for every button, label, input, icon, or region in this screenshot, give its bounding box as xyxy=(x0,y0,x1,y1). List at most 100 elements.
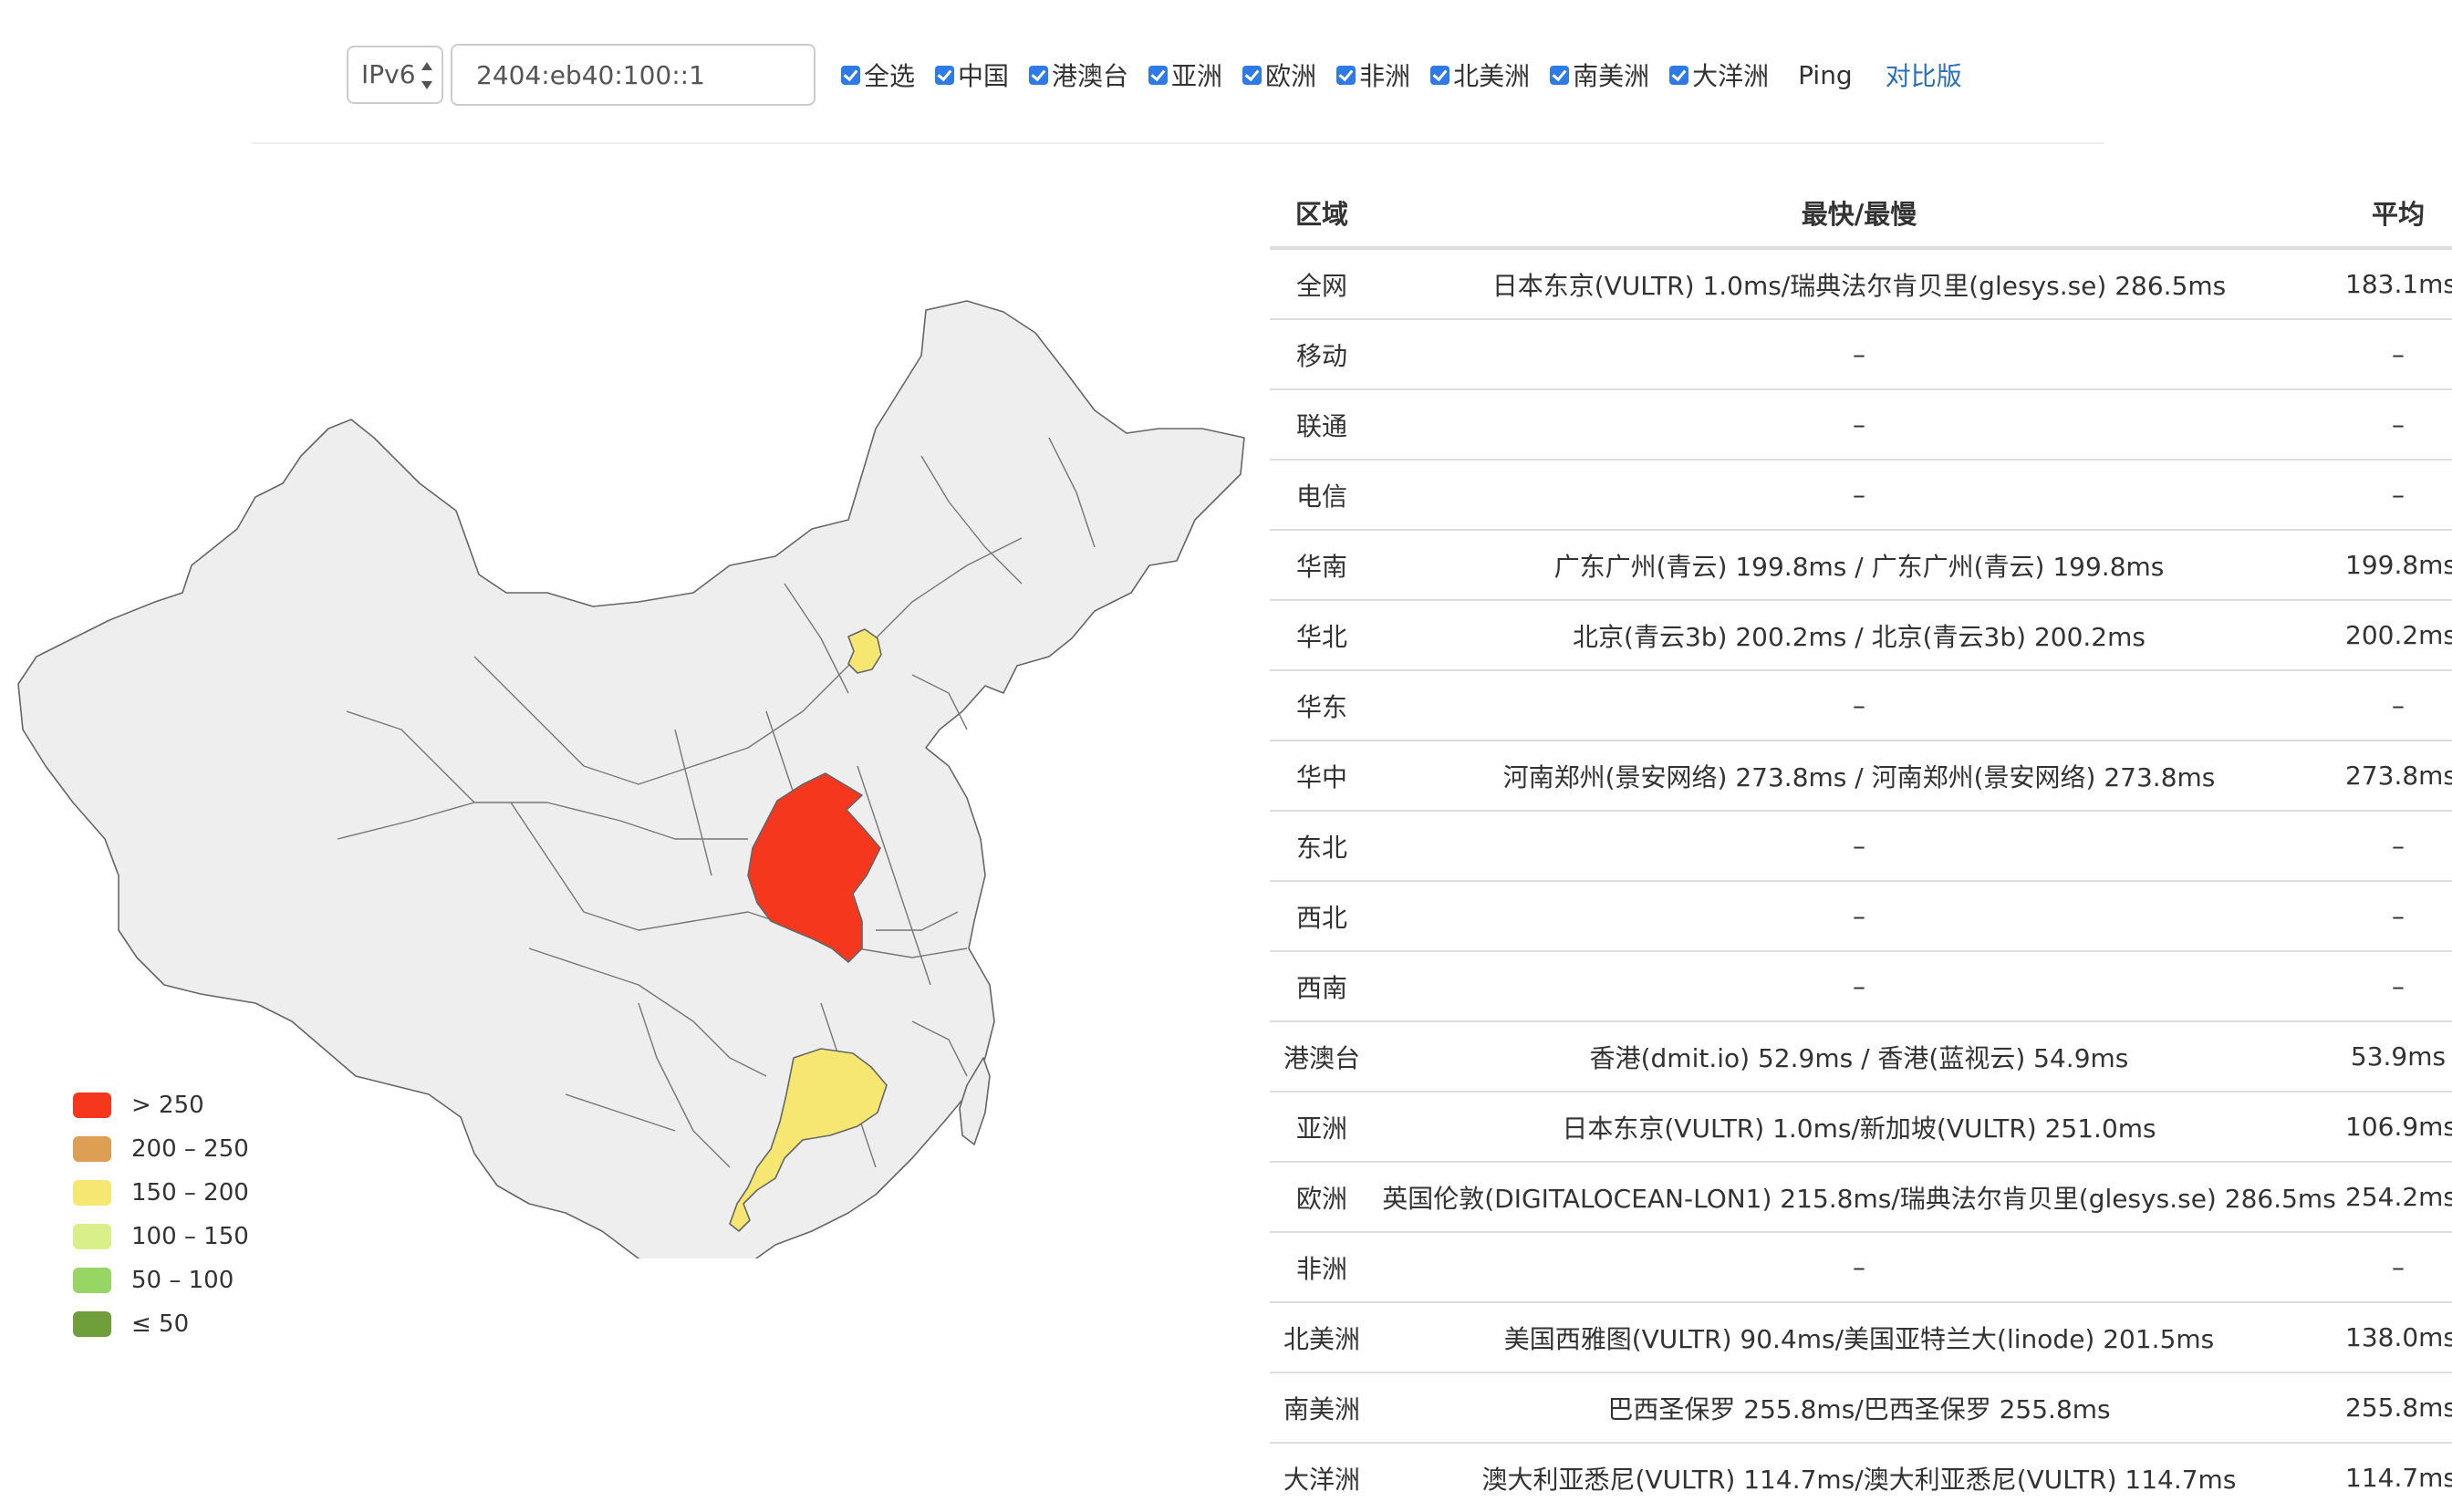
checkbox-africa[interactable]: 非洲 xyxy=(1336,57,1410,93)
checkbox-north-america[interactable]: 北美洲 xyxy=(1430,57,1530,93)
table-row: 全网 日本东京(VULTR) 1.0ms/瑞典法尔肯贝里(glesys.se) 2… xyxy=(1270,247,2452,319)
table-row: 西南 – – xyxy=(1270,950,2452,1021)
checkbox-label: 欧洲 xyxy=(1265,61,1317,91)
cell-region: 华东 xyxy=(1270,669,1374,740)
column-header-average: 平均 xyxy=(2344,179,2452,250)
cell-region: 北美洲 xyxy=(1270,1301,1374,1372)
cell-fastest-slowest: 河南郑州(景安网络) 273.8ms / 河南郑州(景安网络) 273.8ms xyxy=(1374,740,2344,811)
cell-average: – xyxy=(2344,880,2452,951)
cell-region: 电信 xyxy=(1270,459,1374,530)
cell-region: 西北 xyxy=(1270,880,1374,951)
cell-fastest-slowest: – xyxy=(1374,880,2344,951)
table-row: 东北 – – xyxy=(1270,810,2452,881)
cell-fastest-slowest: – xyxy=(1374,1231,2344,1302)
checkbox-icon[interactable] xyxy=(1242,65,1262,85)
checkbox-select-all[interactable]: 全选 xyxy=(841,57,915,93)
cell-fastest-slowest: 巴西圣保罗 255.8ms/巴西圣保罗 255.8ms xyxy=(1374,1372,2344,1443)
checkbox-label: 亚洲 xyxy=(1171,61,1223,91)
legend-swatch xyxy=(73,1311,111,1337)
map-legend: > 250 200 – 250 150 – 200 100 – 150 50 –… xyxy=(73,1083,249,1346)
legend-swatch xyxy=(73,1093,111,1118)
checkbox-icon[interactable] xyxy=(935,65,955,85)
checkbox-icon[interactable] xyxy=(1550,65,1570,85)
table-row: 华中 河南郑州(景安网络) 273.8ms / 河南郑州(景安网络) 273.8m… xyxy=(1270,740,2452,811)
cell-region: 移动 xyxy=(1270,318,1374,389)
legend-label: ≤ 50 xyxy=(131,1310,190,1338)
cell-region: 欧洲 xyxy=(1270,1161,1374,1232)
results-table: 区域 最快/最慢 平均 全网 日本东京(VULTR) 1.0ms/瑞典法尔肯贝里(… xyxy=(1270,179,2452,1512)
cell-average: – xyxy=(2344,459,2452,530)
cell-region: 亚洲 xyxy=(1270,1091,1374,1162)
ip-address-input[interactable] xyxy=(451,44,816,106)
legend-item: > 250 xyxy=(73,1083,249,1127)
checkbox-asia[interactable]: 亚洲 xyxy=(1148,57,1222,93)
region-filters: 全选 中国 港澳台 亚洲 欧洲 非洲 北美洲 南美洲 大洋洲 Ping 对比版 xyxy=(841,55,1962,95)
ip-version-select[interactable]: IPv6 xyxy=(347,46,443,104)
legend-item: 200 – 250 xyxy=(73,1127,249,1171)
cell-average: 200.2ms xyxy=(2344,599,2452,670)
table-row: 移动 – – xyxy=(1270,318,2452,389)
cell-region: 华中 xyxy=(1270,740,1374,811)
cell-region: 西南 xyxy=(1270,950,1374,1021)
checkbox-icon[interactable] xyxy=(1430,65,1450,85)
checkbox-icon[interactable] xyxy=(1336,65,1356,85)
checkbox-icon[interactable] xyxy=(1148,65,1169,85)
table-row: 联通 – – xyxy=(1270,388,2452,460)
cell-region: 非洲 xyxy=(1270,1231,1374,1302)
cell-fastest-slowest: 日本东京(VULTR) 1.0ms/瑞典法尔肯贝里(glesys.se) 286… xyxy=(1374,247,2344,319)
cell-average: – xyxy=(2344,318,2452,389)
checkbox-icon[interactable] xyxy=(841,65,860,85)
column-header-fastest-slowest: 最快/最慢 xyxy=(1374,179,2344,250)
table-row: 华南 广东广州(青云) 199.8ms / 广东广州(青云) 199.8ms 199… xyxy=(1270,529,2452,600)
cell-fastest-slowest: 日本东京(VULTR) 1.0ms/新加坡(VULTR) 251.0ms xyxy=(1374,1091,2344,1162)
checkbox-label: 非洲 xyxy=(1359,61,1411,91)
legend-label: 50 – 100 xyxy=(131,1267,234,1294)
toolbar: IPv6 全选 中国 港澳台 亚洲 欧洲 非洲 北美洲 南美洲 大洋洲 Ping… xyxy=(0,0,2452,146)
cell-fastest-slowest: 英国伦敦(DIGITALOCEAN-LON1) 215.8ms/瑞典法尔肯贝里(… xyxy=(1374,1161,2344,1232)
cell-average: 53.9ms xyxy=(2344,1020,2452,1092)
cell-average: – xyxy=(2344,810,2452,881)
cell-average: 255.8ms xyxy=(2344,1372,2452,1443)
legend-swatch xyxy=(73,1136,111,1162)
table-row: 华北 北京(青云3b) 200.2ms / 北京(青云3b) 200.2ms 200… xyxy=(1270,599,2452,670)
legend-label: 150 – 200 xyxy=(131,1179,249,1206)
cell-average: 199.8ms xyxy=(2344,529,2452,600)
table-row: 欧洲 英国伦敦(DIGITALOCEAN-LON1) 215.8ms/瑞典法尔肯贝… xyxy=(1270,1161,2452,1232)
checkbox-label: 大洋洲 xyxy=(1692,61,1770,91)
legend-swatch xyxy=(73,1180,111,1206)
cell-average: – xyxy=(2344,388,2452,460)
ping-label[interactable]: Ping xyxy=(1798,60,1853,90)
column-header-region: 区域 xyxy=(1270,179,1374,250)
cell-fastest-slowest: 广东广州(青云) 199.8ms / 广东广州(青云) 199.8ms xyxy=(1374,529,2344,600)
legend-label: 100 – 150 xyxy=(131,1223,249,1250)
table-row: 华东 – – xyxy=(1270,669,2452,740)
cell-region: 华北 xyxy=(1270,599,1374,670)
cell-region: 东北 xyxy=(1270,810,1374,881)
cell-fastest-slowest: 北京(青云3b) 200.2ms / 北京(青云3b) 200.2ms xyxy=(1374,599,2344,670)
checkbox-south-america[interactable]: 南美洲 xyxy=(1550,57,1649,93)
checkbox-oceania[interactable]: 大洋洲 xyxy=(1669,57,1769,93)
checkbox-europe[interactable]: 欧洲 xyxy=(1242,57,1316,93)
table-row: 南美洲 巴西圣保罗 255.8ms/巴西圣保罗 255.8ms 255.8ms xyxy=(1270,1372,2452,1443)
table-row: 西北 – – xyxy=(1270,880,2452,951)
legend-item: 150 – 200 xyxy=(73,1171,249,1215)
cell-region: 华南 xyxy=(1270,529,1374,600)
cell-fastest-slowest: – xyxy=(1374,669,2344,740)
legend-item: 50 – 100 xyxy=(73,1258,249,1302)
checkbox-label: 全选 xyxy=(864,61,916,91)
cell-region: 全网 xyxy=(1270,247,1374,319)
compare-version-link[interactable]: 对比版 xyxy=(1886,57,1962,93)
checkbox-china[interactable]: 中国 xyxy=(935,57,1009,93)
checkbox-icon[interactable] xyxy=(1029,65,1049,85)
cell-average: 254.2ms xyxy=(2344,1161,2452,1232)
cell-fastest-slowest: – xyxy=(1374,459,2344,530)
legend-item: 100 – 150 xyxy=(73,1215,249,1258)
checkbox-hk-mo-tw[interactable]: 港澳台 xyxy=(1029,57,1128,93)
cell-region: 南美洲 xyxy=(1270,1372,1374,1443)
cell-average: 273.8ms xyxy=(2344,740,2452,811)
table-row: 港澳台 香港(dmit.io) 52.9ms / 香港(蓝视云) 54.9ms 53… xyxy=(1270,1020,2452,1092)
select-arrows-icon xyxy=(421,62,432,89)
checkbox-icon[interactable] xyxy=(1669,65,1689,85)
cell-region: 港澳台 xyxy=(1270,1020,1374,1092)
table-row: 电信 – – xyxy=(1270,459,2452,530)
